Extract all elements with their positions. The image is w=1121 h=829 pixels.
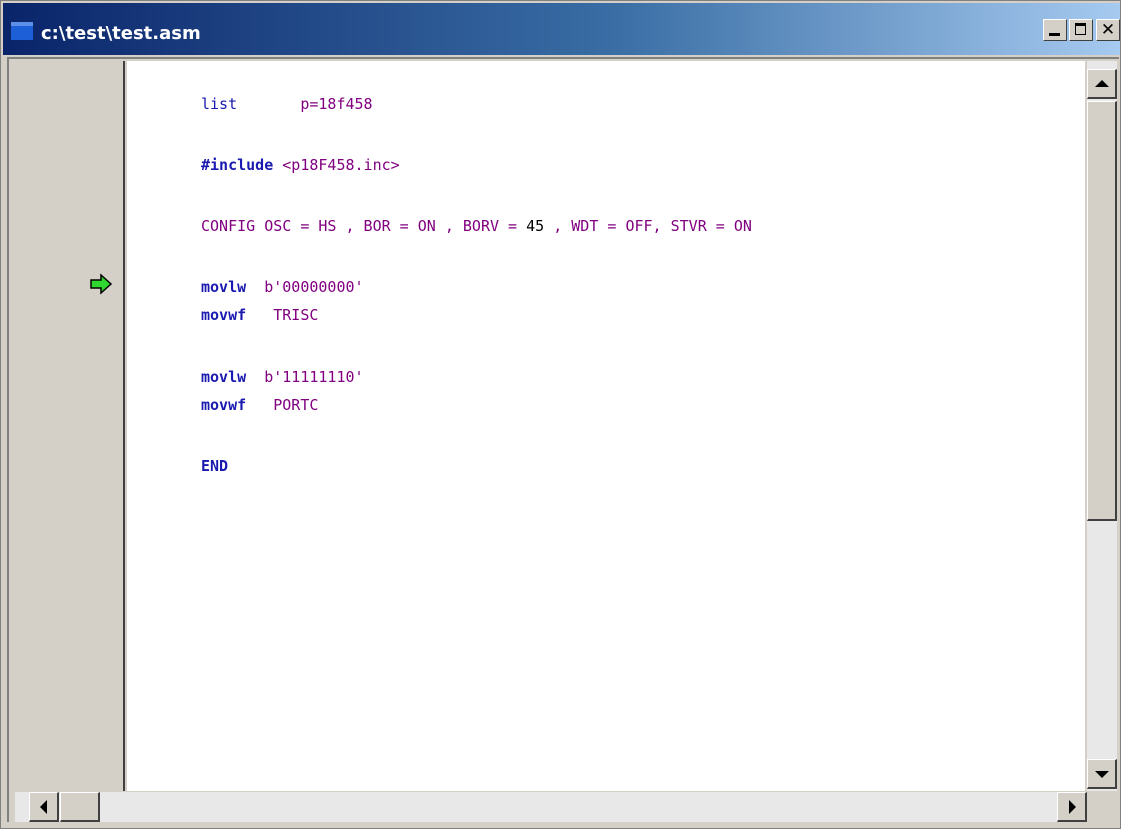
opcode: movlw [201,278,247,296]
operand: b'11111110' [264,368,364,386]
code-line: list p=18f458 [201,95,373,113]
close-icon: ✕ [1100,20,1116,40]
code-line: #include <p18F458.inc> [201,156,400,174]
keyword: list [201,95,238,113]
opcode: movlw [201,368,247,386]
opcode: movwf [201,396,247,414]
size-grip[interactable] [1087,792,1117,822]
close-button[interactable]: ✕ [1096,19,1120,41]
scroll-left-icon [40,800,47,814]
maximize-icon [1075,23,1086,35]
argument: p=18f458 [300,95,373,113]
minimize-icon [1049,33,1060,36]
code-line: movwf TRISC [201,306,318,324]
vertical-scrollbar[interactable] [1087,61,1117,791]
minimize-button[interactable] [1043,19,1067,41]
operand: PORTC [273,396,319,414]
title-bar[interactable]: c:\test\test.asm ✕ [3,3,1120,55]
opcode: movwf [201,306,247,324]
scroll-down-icon [1095,771,1109,778]
green-arrow-icon [90,273,113,295]
code-line: CONFIG OSC = HS , BOR = ON , BORV = 45 ,… [201,217,752,235]
window-title: c:\test\test.asm [41,23,201,44]
scroll-up-icon [1095,80,1109,87]
breakpoint-gutter[interactable] [15,61,125,791]
config-part: CONFIG OSC = HS , BOR = ON , BORV = [201,217,527,235]
code-line: movwf PORTC [201,396,318,414]
directive: END [201,457,229,475]
code-editor[interactable]: list p=18f458 #include <p18F458.inc> CON… [127,61,1085,791]
scroll-up-button[interactable] [1087,69,1117,99]
scroll-right-button[interactable] [1057,792,1087,822]
config-part: , WDT = OFF, STVR = ON [544,217,752,235]
horizontal-scroll-thumb[interactable] [60,792,100,822]
horizontal-scrollbar[interactable] [15,792,1087,822]
config-number: 45 [526,217,545,235]
scroll-down-button[interactable] [1087,759,1117,789]
code-line: movlw b'11111110' [201,368,364,386]
operand: b'00000000' [264,278,364,296]
code-line: END [201,457,228,475]
directive: #include [201,156,274,174]
code-line: movlw b'00000000' [201,278,364,296]
maximize-button[interactable] [1069,19,1093,41]
editor-window: c:\test\test.asm ✕ list p=18f458 #includ… [0,0,1121,829]
vertical-scroll-thumb[interactable] [1087,101,1117,521]
window-icon [11,22,33,40]
operand: TRISC [273,306,319,324]
scroll-left-button[interactable] [29,792,59,822]
argument: <p18F458.inc> [282,156,400,174]
scroll-right-icon [1069,800,1076,814]
